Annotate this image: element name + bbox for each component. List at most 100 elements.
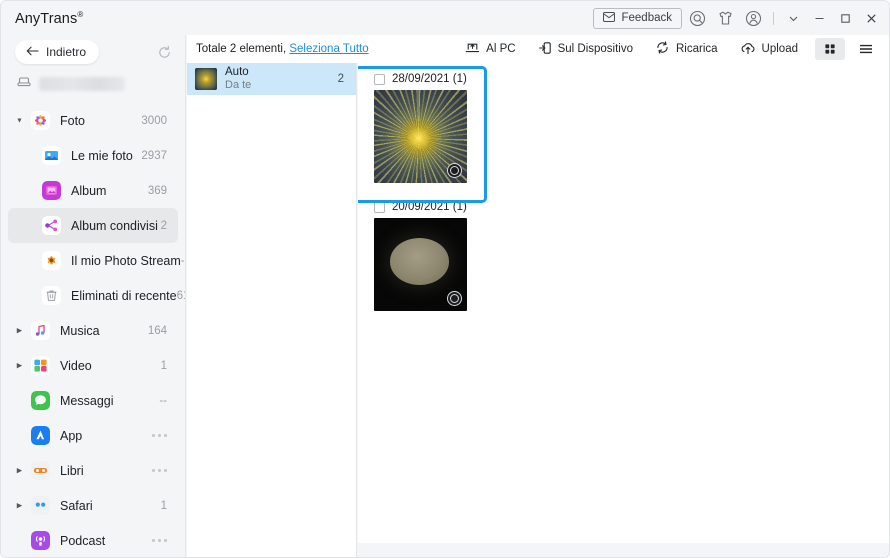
sidebar-item-album[interactable]: Album 369	[8, 173, 178, 208]
sidebar-item-label: Video	[60, 358, 92, 373]
sidebar-item-count: 2937	[141, 149, 167, 162]
caret-down-icon[interactable]: ▼	[15, 116, 24, 125]
photo-tiles	[358, 90, 889, 183]
app-title: AnyTrans®	[15, 10, 83, 27]
grid-view-icon[interactable]	[815, 38, 845, 60]
maximize-icon[interactable]	[833, 5, 857, 31]
upload-icon	[740, 41, 756, 58]
messages-icon	[31, 391, 50, 410]
sidebar-item-label: Podcast	[60, 533, 106, 548]
loading-dots	[152, 434, 178, 437]
sidebar-item-le-mie-foto[interactable]: Le mie foto 2937	[8, 138, 178, 173]
to-pc-icon	[465, 41, 480, 58]
reload-label: Ricarica	[676, 43, 718, 55]
to-device-icon	[538, 41, 552, 58]
sidebar-nav: ▼ Foto 3000 Le mie foto 2937 Album 369 A…	[1, 103, 185, 557]
anytrans-window: AnyTrans® Feedback Indietro ▼ Foto 3000 …	[0, 0, 890, 558]
titlebar-controls: Feedback	[593, 1, 889, 35]
sidebar-item-label: App	[60, 428, 83, 443]
reload-icon	[655, 40, 670, 58]
minimize-icon[interactable]	[807, 5, 831, 31]
sidebar-item-label: Album condivisi	[71, 218, 158, 233]
upload-button[interactable]: Upload	[729, 37, 809, 61]
device-name-redacted	[39, 77, 125, 91]
content-actions: Al PC Sul Dispositivo Ricarica Upload	[454, 37, 889, 61]
sidebar-item-label: Messaggi	[60, 393, 114, 408]
trademark-mark: ®	[77, 9, 84, 19]
sidebar-item-eliminati-di-recente[interactable]: Eliminati di recente 61	[8, 278, 185, 313]
sidebar-item-label: Le mie foto	[71, 148, 133, 163]
back-button[interactable]: Indietro	[15, 40, 100, 64]
icloud-download-icon	[447, 163, 462, 178]
reload-button[interactable]: Ricarica	[644, 37, 729, 61]
arrow-left-icon	[26, 45, 39, 59]
photo-group-header: 28/09/2021 (1)	[358, 68, 889, 90]
my-photos-icon	[42, 146, 61, 165]
list-view-icon[interactable]	[851, 38, 881, 60]
group-date-label: 20/09/2021 (1)	[392, 201, 467, 213]
sidebar-item-photo-stream[interactable]: Il mio Photo Stream --	[8, 243, 185, 278]
photo-thumbnail[interactable]	[374, 218, 467, 311]
caret-right-icon[interactable]: ▶	[15, 466, 24, 475]
sidebar-item-video[interactable]: ▶ Video 1	[8, 348, 178, 383]
sidebar-item-count: --	[180, 254, 185, 267]
photo-tiles	[358, 218, 889, 311]
safari-icon	[31, 496, 50, 515]
sidebar-item-libri[interactable]: ▶ Libri	[8, 453, 178, 488]
sidebar-item-count: 164	[147, 324, 167, 337]
to-device-button[interactable]: Sul Dispositivo	[527, 37, 644, 61]
sidebar-item-album-condivisi[interactable]: Album condivisi 2	[8, 208, 178, 243]
album-icon	[42, 181, 61, 200]
caret-right-icon[interactable]: ▶	[15, 361, 24, 370]
caret-right-icon[interactable]: ▶	[15, 326, 24, 335]
sidebar-item-app[interactable]: App	[8, 418, 178, 453]
podcast-icon	[31, 531, 50, 550]
connected-device[interactable]	[1, 71, 185, 97]
sidebar-item-count: 2	[160, 219, 167, 232]
sidebar-item-musica[interactable]: ▶ Musica 164	[8, 313, 178, 348]
sidebar-item-safari[interactable]: ▶ Safari 1	[8, 488, 178, 523]
album-list-item[interactable]: Auto Da te 2	[187, 63, 356, 95]
app-title-text: AnyTrans	[15, 10, 78, 27]
loading-dots	[152, 469, 178, 472]
sidebar-item-podcast[interactable]: Podcast	[8, 523, 178, 557]
group-checkbox[interactable]	[374, 73, 385, 85]
photo-group-header: 20/09/2021 (1)	[358, 196, 889, 218]
content-toolbar: Totale 2 elementi, Seleziona Tutto Al PC…	[187, 35, 889, 63]
sidebar-item-foto[interactable]: ▼ Foto 3000	[8, 103, 178, 138]
titlebar-divider	[773, 11, 774, 25]
sidebar-item-count: 61	[176, 289, 185, 302]
feedback-label: Feedback	[621, 12, 672, 24]
album-list-column: Auto Da te 2	[187, 35, 357, 557]
photo-group: 20/09/2021 (1)	[358, 196, 889, 311]
chevron-down-icon[interactable]	[781, 5, 805, 31]
sidebar-top-bar: Indietro	[1, 35, 185, 69]
to-device-label: Sul Dispositivo	[557, 43, 633, 55]
music-icon	[31, 321, 50, 340]
appstore-icon	[31, 426, 50, 445]
search-icon[interactable]	[684, 5, 710, 31]
total-items-text: Totale 2 elementi,	[196, 43, 287, 55]
icloud-download-icon	[447, 291, 462, 306]
to-pc-label: Al PC	[486, 43, 516, 55]
feedback-button[interactable]: Feedback	[593, 7, 682, 29]
sidebar-item-messaggi[interactable]: Messaggi --	[8, 383, 178, 418]
skin-icon[interactable]	[712, 5, 738, 31]
video-icon	[31, 356, 50, 375]
account-icon[interactable]	[740, 5, 766, 31]
group-checkbox[interactable]	[374, 201, 385, 213]
trash-icon	[42, 286, 61, 305]
photo-group: 28/09/2021 (1)	[358, 66, 889, 203]
refresh-icon[interactable]	[153, 41, 175, 63]
select-all-link[interactable]: Seleziona Tutto	[289, 43, 368, 55]
album-subtitle: Da te	[225, 79, 252, 92]
back-label: Indietro	[46, 45, 87, 59]
photo-thumbnail[interactable]	[374, 90, 467, 183]
album-name: Auto	[225, 66, 249, 79]
caret-right-icon[interactable]: ▶	[15, 501, 24, 510]
sidebar-item-label: Foto	[60, 113, 86, 128]
sidebar-item-label: Safari	[60, 498, 93, 513]
sidebar-item-count: 3000	[141, 114, 167, 127]
to-pc-button[interactable]: Al PC	[454, 37, 526, 61]
close-icon[interactable]	[859, 5, 883, 31]
